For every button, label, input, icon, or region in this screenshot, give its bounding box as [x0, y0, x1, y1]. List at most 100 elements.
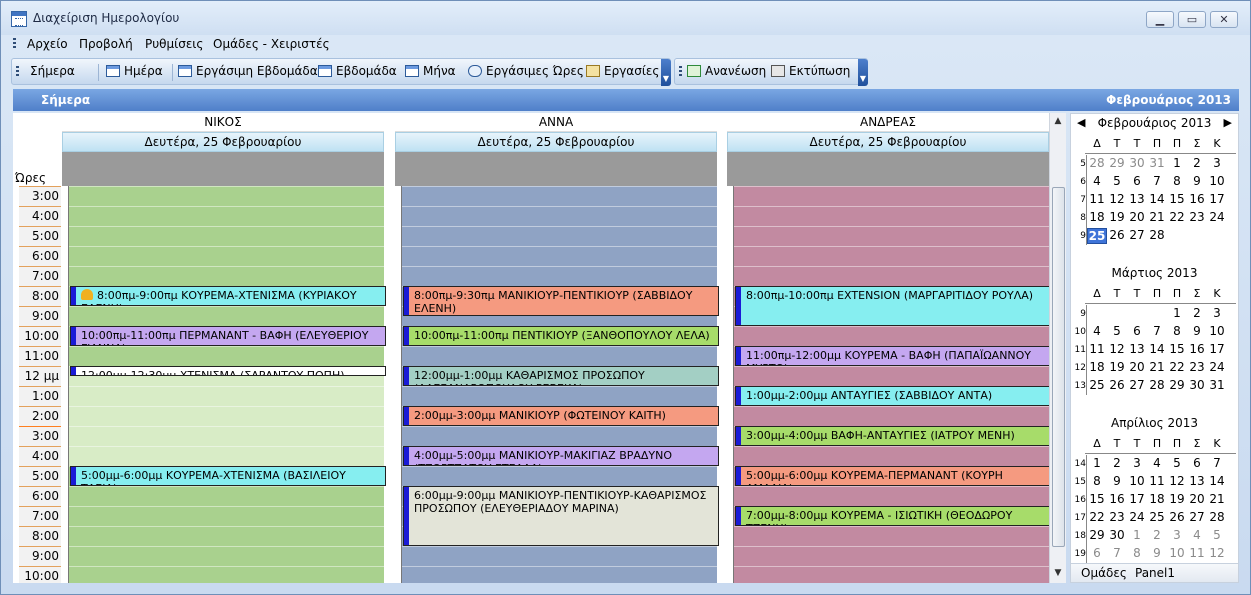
time-slots[interactable]: 8:00πμ-9:30πμ ΜΑΝΙΚΙΟΥΡ-ΠΕΝΤΙΚΙΟΥΡ (ΣΑΒΒ…: [395, 186, 719, 583]
time-slot[interactable]: [734, 366, 1049, 386]
appointment[interactable]: 5:00μμ-6:00μμ ΚΟΥΡΕΜΑ-ΠΕΡΜΑΝΑΝΤ (ΚΟΥΡΗ Α…: [735, 466, 1051, 486]
mini-calendar-day[interactable]: 10: [1207, 324, 1227, 338]
mini-calendar-day[interactable]: 23: [1187, 360, 1207, 374]
mini-calendar-day[interactable]: 16: [1187, 192, 1207, 206]
mini-calendar-day[interactable]: 1: [1087, 456, 1107, 470]
today-button[interactable]: Σήμερα: [30, 64, 75, 81]
mini-calendar-day[interactable]: 25: [1087, 378, 1107, 392]
mini-calendar-day[interactable]: 28: [1207, 510, 1227, 524]
appointment[interactable]: 5:00μμ-6:00μμ ΚΟΥΡΕΜΑ-ΧΤΕΝΙΣΜΑ (ΒΑΣΙΛΕΙΟ…: [70, 466, 386, 486]
mini-calendar-day[interactable]: 11: [1187, 546, 1207, 560]
week-button[interactable]: Εβδομάδα: [318, 64, 397, 81]
mini-calendar-day[interactable]: 12: [1107, 192, 1127, 206]
mini-calendar-day[interactable]: 17: [1207, 192, 1227, 206]
mini-calendar-day[interactable]: 9: [1107, 474, 1127, 488]
time-slot[interactable]: [69, 186, 384, 206]
time-slot[interactable]: [69, 406, 384, 426]
mini-calendar-day[interactable]: 4: [1087, 324, 1107, 338]
mini-calendar-day[interactable]: 8: [1127, 546, 1147, 560]
time-slot[interactable]: [69, 506, 384, 526]
scroll-down-arrow-icon[interactable]: ▼: [1050, 565, 1066, 581]
mini-calendar-day[interactable]: 29: [1107, 156, 1127, 170]
time-slot[interactable]: [734, 446, 1049, 466]
mini-calendar-day[interactable]: 21: [1147, 360, 1167, 374]
time-slot[interactable]: [402, 426, 717, 446]
appointment[interactable]: 7:00μμ-8:00μμ ΚΟΥΡΕΜΑ - ΙΣΙΩΤΙΚΗ (ΘΕΟΔΩΡ…: [735, 506, 1051, 526]
appointment[interactable]: 6:00μμ-9:00μμ ΜΑΝΙΚΙΟΥΡ-ΠΕΝΤΙΚΙΟΥΡ-ΚΑΘΑΡ…: [403, 486, 719, 546]
mini-calendar-day[interactable]: 25: [1147, 510, 1167, 524]
appointment[interactable]: 12:00μμ-1:00μμ ΚΑΘΑΡΙΣΜΟΣ ΠΡΟΣΩΠΟΥ (ΑΛΕΞ…: [403, 366, 719, 386]
mini-calendar-day[interactable]: 30: [1107, 528, 1127, 542]
time-slot[interactable]: [69, 546, 384, 566]
mini-calendar-day[interactable]: 29: [1087, 528, 1107, 542]
time-slot[interactable]: [69, 266, 384, 286]
mini-calendar-day[interactable]: 7: [1207, 456, 1227, 470]
mini-calendar-day[interactable]: 19: [1107, 360, 1127, 374]
mini-calendar-day[interactable]: 18: [1087, 360, 1107, 374]
time-slot[interactable]: [734, 526, 1049, 546]
slot-grid[interactable]: 8:00πμ-10:00πμ EXTENSION (ΜΑΡΓΑΡΙΤΙΔΟΥ Ρ…: [734, 186, 1051, 583]
time-slot[interactable]: [734, 326, 1049, 346]
work-week-button[interactable]: Εργάσιμη Εβδομάδα: [178, 64, 318, 81]
mini-calendar-day[interactable]: 31: [1147, 156, 1167, 170]
appointment[interactable]: 8:00πμ-9:00πμ ΚΟΥΡΕΜΑ-ΧΤΕΝΙΣΜΑ (ΚΥΡΙΑΚΟΥ…: [70, 286, 386, 306]
mini-calendar-day[interactable]: 15: [1167, 192, 1187, 206]
mini-calendar-day[interactable]: 6: [1187, 456, 1207, 470]
resource-date-header[interactable]: Δευτέρα, 25 Φεβρουαρίου: [727, 132, 1049, 152]
day-view-button[interactable]: Ημέρα: [106, 64, 163, 81]
mini-calendar-day[interactable]: 5: [1167, 456, 1187, 470]
time-slot[interactable]: [69, 306, 384, 326]
calendar-vertical-scrollbar[interactable]: ▲ ▼: [1049, 113, 1066, 583]
mini-calendar-day[interactable]: 30: [1187, 378, 1207, 392]
mini-calendar-day[interactable]: 30: [1127, 156, 1147, 170]
mini-calendar-day[interactable]: 24: [1207, 210, 1227, 224]
maximize-button[interactable]: ▭: [1178, 11, 1206, 28]
toolbar-overflow-button[interactable]: ▼: [661, 59, 671, 86]
mini-calendar-day[interactable]: 15: [1167, 342, 1187, 356]
minimize-button[interactable]: ▁: [1146, 11, 1174, 28]
mini-calendar-day[interactable]: 13: [1187, 474, 1207, 488]
time-slot[interactable]: [402, 226, 717, 246]
time-slots[interactable]: 8:00πμ-9:00πμ ΚΟΥΡΕΜΑ-ΧΤΕΝΙΣΜΑ (ΚΥΡΙΑΚΟΥ…: [62, 186, 386, 583]
time-slot[interactable]: [734, 246, 1049, 266]
appointment[interactable]: 11:00πμ-12:00μμ ΚΟΥΡΕΜΑ - ΒΑΦΗ (ΠΑΠΑΪΩΑΝ…: [735, 346, 1051, 366]
previous-month-arrow-icon[interactable]: ◀: [1077, 116, 1085, 129]
mini-calendar-day[interactable]: 4: [1147, 456, 1167, 470]
time-slot[interactable]: [734, 546, 1049, 566]
mini-calendar-day[interactable]: 2: [1187, 156, 1207, 170]
mini-calendar-day[interactable]: 27: [1127, 228, 1147, 242]
slot-grid[interactable]: 8:00πμ-9:00πμ ΚΟΥΡΕΜΑ-ΧΤΕΝΙΣΜΑ (ΚΥΡΙΑΚΟΥ…: [69, 186, 386, 583]
time-slot[interactable]: [734, 566, 1049, 583]
time-slot[interactable]: [69, 566, 384, 583]
appointment[interactable]: 4:00μμ-5:00μμ ΜΑΝΙΚΙΟΥΡ-ΜΑΚΙΓΙΑΖ ΒΡΑΔΥΝΟ…: [403, 446, 719, 466]
mini-calendar-day[interactable]: 16: [1107, 492, 1127, 506]
time-slot[interactable]: [402, 206, 717, 226]
time-slot[interactable]: [69, 386, 384, 406]
appointment[interactable]: 12:00μμ-12:30μμ ΧΤΕΝΙΣΜΑ (ΣΑΡΑΝΤΟΥ ΠΟΠΗ): [70, 366, 386, 376]
mini-calendar-day[interactable]: 11: [1147, 474, 1167, 488]
day-view-calendar[interactable]: Ώρες 3:00 4:00 5:00 6:00 7:00 8:00 9:00 10:00 11…: [13, 113, 1065, 583]
resource-name[interactable]: ΑΝΝΑ: [395, 113, 717, 132]
mini-calendar-day[interactable]: 2: [1107, 456, 1127, 470]
time-slot[interactable]: [402, 186, 717, 206]
mini-calendar-day[interactable]: 31: [1207, 378, 1227, 392]
mini-calendar-day[interactable]: 8: [1087, 474, 1107, 488]
mini-calendar-day[interactable]: 14: [1207, 474, 1227, 488]
mini-calendar-day[interactable]: 18: [1147, 492, 1167, 506]
all-day-area[interactable]: [395, 152, 717, 186]
mini-calendar-day[interactable]: 20: [1127, 360, 1147, 374]
mini-calendar-day[interactable]: 17: [1207, 342, 1227, 356]
mini-calendar-day[interactable]: 16: [1187, 342, 1207, 356]
mini-calendar-day[interactable]: 8: [1167, 174, 1187, 188]
mini-calendar-day[interactable]: 23: [1187, 210, 1207, 224]
time-slot[interactable]: [69, 246, 384, 266]
time-slot[interactable]: [69, 346, 384, 366]
time-slot[interactable]: [69, 486, 384, 506]
all-day-area[interactable]: [62, 152, 384, 186]
mini-calendar-day[interactable]: 18: [1087, 210, 1107, 224]
slot-grid[interactable]: 8:00πμ-9:30πμ ΜΑΝΙΚΙΟΥΡ-ΠΕΝΤΙΚΙΟΥΡ (ΣΑΒΒ…: [402, 186, 719, 583]
mini-calendar-day[interactable]: 13: [1127, 342, 1147, 356]
mini-calendar-day[interactable]: 10: [1127, 474, 1147, 488]
time-slot[interactable]: [734, 226, 1049, 246]
mini-calendar-day[interactable]: 21: [1147, 210, 1167, 224]
